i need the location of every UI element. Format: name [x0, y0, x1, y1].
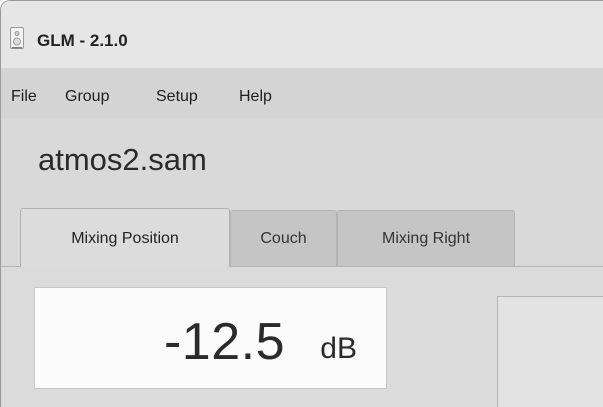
- window-title: GLM - 2.1.0: [37, 31, 128, 50]
- menu-file[interactable]: File: [11, 88, 37, 106]
- title-bar[interactable]: GLM - 2.1.0: [1, 1, 603, 68]
- volume-level-display[interactable]: -12.5 dB: [34, 287, 387, 389]
- tab-mixing-position[interactable]: Mixing Position: [20, 208, 230, 267]
- main-content: atmos2.sam Mixing Position Couch Mixing …: [1, 118, 603, 407]
- tab-couch[interactable]: Couch: [230, 210, 337, 266]
- menu-group[interactable]: Group: [65, 88, 109, 106]
- setup-file-name: atmos2.sam: [38, 142, 207, 177]
- menu-help[interactable]: Help: [239, 88, 272, 106]
- menu-bar: File Group Setup Help: [1, 68, 603, 118]
- app-window: GLM - 2.1.0 File Group Setup Help atmos2…: [0, 0, 603, 407]
- menu-setup[interactable]: Setup: [156, 88, 198, 106]
- speaker-icon: [10, 27, 24, 49]
- volume-level-unit: dB: [320, 332, 357, 365]
- tab-panel: -12.5 dB: [1, 267, 603, 407]
- volume-level-value: -12.5: [163, 313, 285, 371]
- speaker-layout-panel: [497, 296, 603, 407]
- tab-mixing-right[interactable]: Mixing Right: [337, 210, 515, 266]
